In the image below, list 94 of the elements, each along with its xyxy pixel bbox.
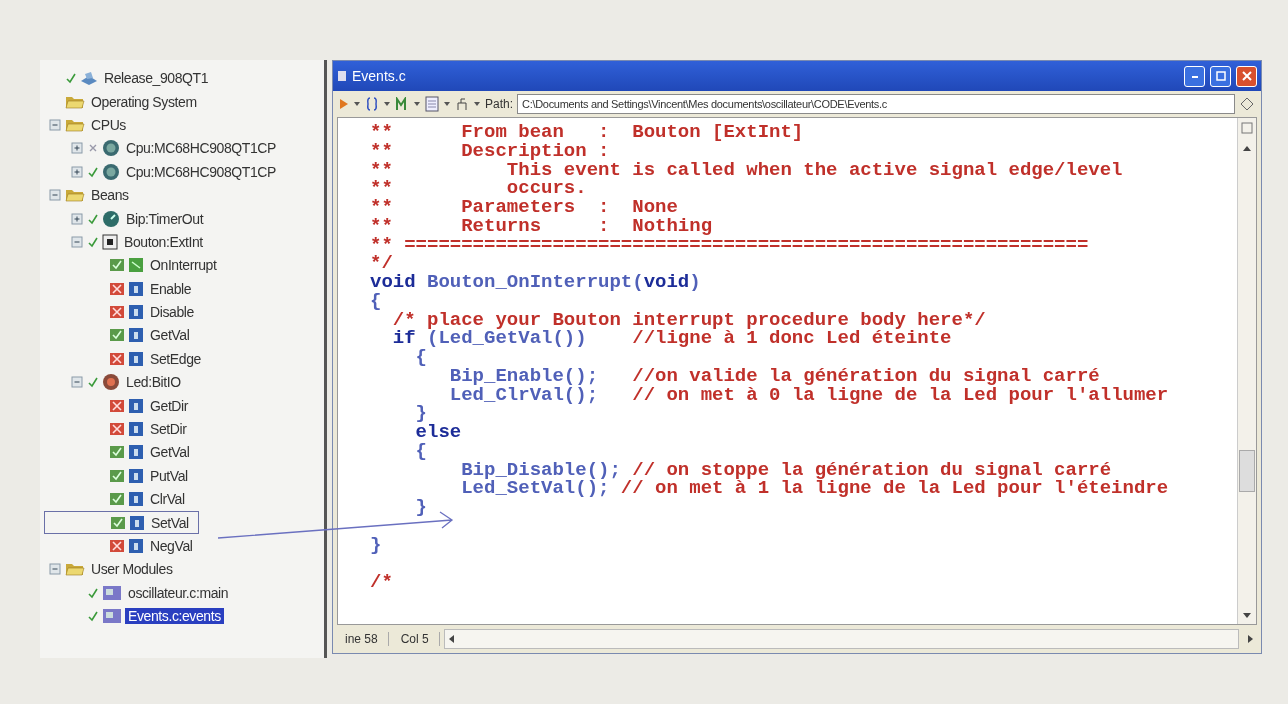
path-field[interactable]: C:\Documents and Settings\Vincent\Mes documents\oscillateur\CODE\Events.c (517, 94, 1235, 114)
tree-item[interactable]: Cpu:MC68HC908QT1CP (123, 163, 279, 180)
document-icon (337, 70, 347, 82)
maximize-icon (1215, 71, 1226, 81)
dropdown-icon[interactable] (473, 101, 481, 107)
horizontal-scrollbar[interactable] (443, 629, 1239, 649)
collapse-icon[interactable] (48, 562, 62, 577)
tree-item[interactable]: GetDir (147, 397, 192, 414)
tree-item[interactable]: SetDir (147, 421, 190, 438)
tree-item[interactable]: Led:BitIO (123, 374, 184, 391)
dropdown-icon[interactable] (353, 101, 361, 107)
dropdown-icon[interactable] (413, 101, 421, 107)
method-icon (128, 280, 144, 297)
close-button[interactable] (1236, 65, 1257, 87)
collapse-icon[interactable] (48, 188, 62, 203)
scrollbar-thumb[interactable] (1239, 450, 1255, 492)
checkbox-icon[interactable] (109, 468, 125, 483)
button-icon (102, 233, 118, 250)
tree-item[interactable]: User Modules (88, 561, 176, 578)
crossed-box-icon[interactable] (109, 281, 125, 296)
tree-item[interactable]: oscillateur.c:main (125, 584, 232, 601)
gauge-icon (102, 209, 120, 228)
crossed-box-icon[interactable] (109, 539, 125, 553)
crossed-box-icon[interactable] (109, 422, 125, 437)
crossed-box-icon[interactable] (109, 305, 125, 320)
tree-item[interactable]: ClrVal (147, 491, 188, 508)
method-icon (128, 350, 144, 367)
pin-icon[interactable] (455, 97, 469, 111)
window-title: Events.c (352, 68, 407, 84)
tree-item[interactable]: NegVal (147, 538, 196, 554)
module-icon (102, 608, 122, 625)
tree-item[interactable]: Cpu:MC68HC908QT1CP (123, 140, 279, 157)
method-icon (128, 538, 144, 554)
expand-icon[interactable] (70, 211, 84, 226)
collapse-icon[interactable] (48, 117, 62, 132)
checkbox-icon[interactable] (109, 492, 125, 507)
led-icon (102, 373, 120, 392)
scroll-up-icon[interactable] (1242, 144, 1252, 152)
checkbox-icon[interactable] (109, 258, 125, 273)
tree-item[interactable]: SetVal (148, 514, 192, 531)
path-label: Path: (485, 97, 514, 111)
tree-item[interactable]: PutVal (147, 467, 191, 484)
chip-icon (102, 139, 120, 158)
expand-icon[interactable] (70, 141, 84, 156)
tree-item[interactable]: Enable (147, 280, 195, 297)
tree-item[interactable]: GetVal (147, 327, 193, 344)
tree-item[interactable]: Bouton:ExtInt (121, 233, 206, 250)
maximize-button[interactable] (1210, 65, 1231, 87)
checkbox-icon[interactable] (109, 445, 125, 460)
dropdown-icon[interactable] (443, 101, 451, 107)
method-icon (128, 467, 144, 484)
folder-icon (65, 561, 85, 578)
diamond-icon[interactable] (1239, 96, 1255, 112)
vertical-scrollbar[interactable] (1237, 118, 1256, 624)
method-icon (129, 514, 145, 531)
scroll-down-icon[interactable] (1242, 612, 1252, 620)
folder-icon (65, 187, 85, 204)
tree-item[interactable]: Bip:TimerOut (123, 210, 207, 227)
expand-icon[interactable] (70, 164, 84, 179)
line-number-status: ine 58 (337, 632, 389, 646)
method-icon (128, 397, 144, 414)
event-icon (128, 257, 144, 274)
tree-item[interactable]: OnInterrupt (147, 257, 220, 274)
method-icon (128, 491, 144, 508)
dropdown-icon[interactable] (383, 101, 391, 107)
method-icon (128, 421, 144, 438)
collapse-icon[interactable] (70, 234, 84, 249)
tree-item[interactable]: Events.c:events (125, 608, 224, 625)
method-list-icon[interactable] (395, 97, 409, 111)
chip-icon (102, 162, 120, 181)
tree-item[interactable]: GetVal (147, 444, 193, 461)
minimize-button[interactable] (1184, 65, 1205, 87)
tree-item[interactable]: Beans (88, 187, 132, 204)
minimize-icon (1190, 74, 1199, 78)
checkbox-icon[interactable] (109, 328, 125, 343)
run-icon[interactable] (339, 98, 349, 110)
crossed-box-icon[interactable] (109, 351, 125, 366)
method-icon (128, 304, 144, 321)
close-icon (1241, 71, 1252, 81)
package-icon (80, 70, 98, 87)
split-view-icon[interactable] (1241, 122, 1253, 134)
crossed-box-icon[interactable] (109, 398, 125, 413)
tree-item[interactable]: Release_908QT1 (101, 70, 212, 87)
braces-icon[interactable] (365, 97, 379, 111)
method-icon (128, 327, 144, 344)
checkbox-icon[interactable] (110, 515, 126, 530)
tree-item[interactable]: CPUs (88, 116, 129, 133)
tree-item[interactable]: SetEdge (147, 350, 204, 367)
tree-item[interactable]: Disable (147, 304, 197, 321)
column-status: Col 5 (392, 632, 440, 646)
method-icon (128, 444, 144, 461)
module-icon (102, 584, 122, 601)
collapse-icon[interactable] (70, 375, 84, 390)
tree-item[interactable]: Operating System (88, 93, 200, 110)
